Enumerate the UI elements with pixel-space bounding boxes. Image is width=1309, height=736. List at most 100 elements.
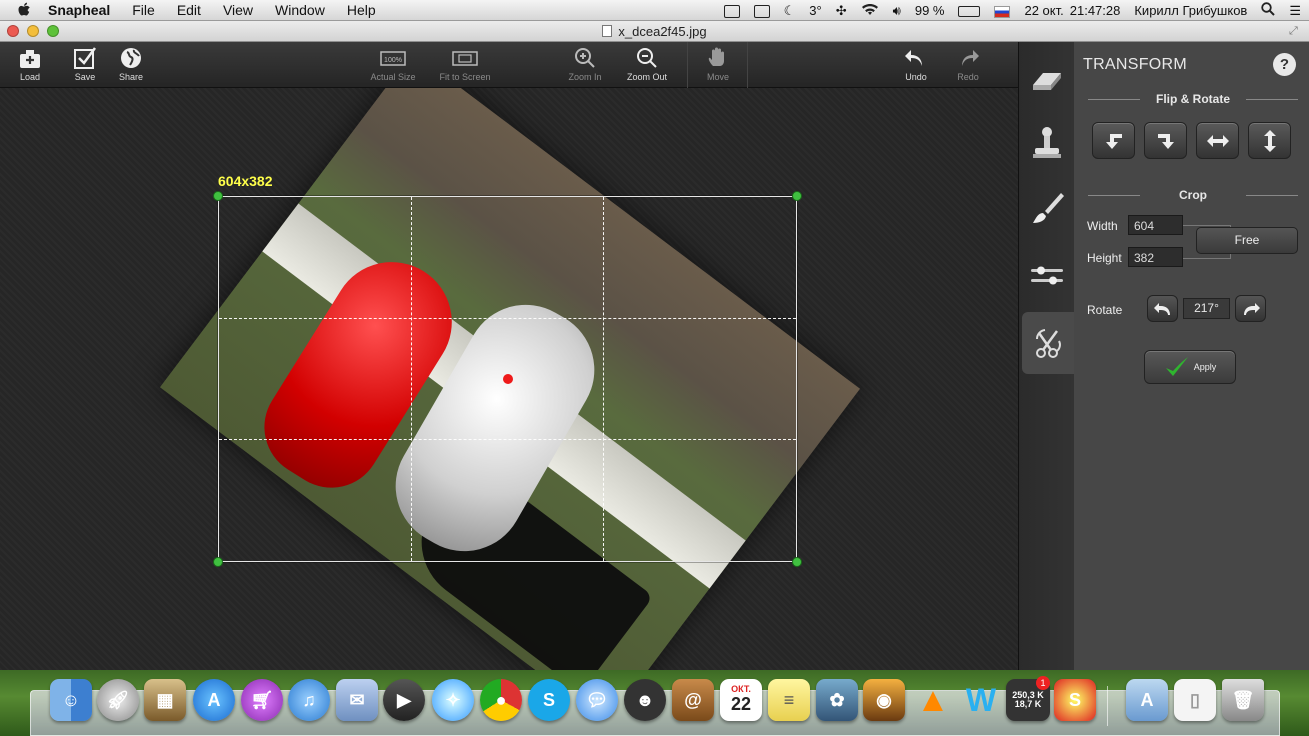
messages-icon[interactable]: 💬︎ [576,679,618,721]
move-label: Move [706,72,729,82]
mail-stamp-icon[interactable]: ✉ [336,679,378,721]
menubar-user[interactable]: Кирилл Грибушков [1134,3,1247,18]
zoom-out-icon [637,48,657,68]
actual-size-icon: 100% [380,51,406,66]
rotate-right-button[interactable] [1144,122,1187,159]
crop-dimension-label: 604x382 [218,173,273,189]
crop-grid-line [219,318,796,320]
menubar-date[interactable]: 22 окт. [1024,3,1063,18]
width-field[interactable]: 604 [1128,215,1183,235]
mission-control-icon[interactable]: ▦ [144,679,186,721]
facetime-icon[interactable]: ▶ [383,679,425,721]
notification-center-icon[interactable]: ☰ [1289,3,1301,19]
launchpad-icon[interactable]: 🚀︎ [97,679,139,721]
app-store-icon[interactable]: A [193,679,235,721]
crop-handle-bottom-right[interactable] [792,557,802,567]
move-button[interactable]: Move [691,46,745,82]
crop-handle-bottom-left[interactable] [213,557,223,567]
zoom-out-button[interactable]: Zoom Out [620,46,674,82]
zoom-in-label: Zoom In [568,72,602,82]
activity-monitor-icon[interactable] [753,3,770,19]
rotate-left-button[interactable] [1092,122,1135,159]
safari-icon[interactable]: ✧ [432,679,474,721]
moon-icon[interactable]: ☾ [784,3,796,19]
menu-file[interactable]: File [132,2,155,18]
calendar-icon[interactable]: ОКТ. 22 [720,679,762,721]
flip-vertical-button[interactable] [1248,122,1291,159]
image-canvas[interactable]: 604x382 [0,88,1018,670]
weather-temperature[interactable]: 3° [809,3,821,18]
chrome-icon[interactable]: ● [480,679,522,721]
rotate-label: Rotate [1087,303,1123,317]
apply-button[interactable]: Apply [1144,350,1236,384]
wifi-icon[interactable] [861,3,879,19]
vlc-icon[interactable]: ▲ [912,679,954,721]
menu-window[interactable]: Window [275,2,325,18]
crop-grid-line [219,439,796,441]
actual-size-button[interactable]: 100% Actual Size [366,46,420,82]
rotation-center-dot[interactable] [503,374,513,384]
contacts-icon[interactable]: @ [672,679,714,721]
menu-view[interactable]: View [223,2,253,18]
network-download-value: 18,7 K [1014,699,1042,709]
crop-handle-top-left[interactable] [213,191,223,201]
finder-icon[interactable]: ☺ [50,679,92,721]
load-button[interactable]: Load [3,46,57,82]
skype-icon[interactable]: S [528,679,570,721]
hand-icon [708,47,724,66]
fullscreen-icon[interactable]: ⤢ [1289,25,1301,37]
calendar-day: 22 [730,694,752,714]
russian-flag-icon[interactable] [994,3,1011,18]
notification-badge: 1 [1036,676,1050,690]
adjust-tool-button[interactable] [1019,244,1075,306]
applications-folder-icon[interactable]: A [1126,679,1168,721]
menu-app-name[interactable]: Snapheal [48,2,110,18]
rotation-angle-field[interactable]: 217° [1183,298,1230,319]
rotate-counterclockwise-button[interactable] [1147,295,1178,322]
actual-size-label: Actual Size [370,72,416,82]
notes-icon[interactable]: ≡ [768,679,810,721]
iphoto-icon[interactable]: ✿ [816,679,858,721]
brush-tool-button[interactable] [1019,178,1075,240]
crop-heading: Crop [1088,188,1298,202]
bluetooth-icon[interactable]: ✣ [836,3,847,19]
save-label: Save [74,72,96,82]
image-capture-icon[interactable]: ◉ [863,679,905,721]
menu-bar: Snapheal File Edit View Window Help ☾ 3°… [0,0,1309,21]
transform-tool-button[interactable] [1022,312,1075,374]
undo-icon [905,50,922,66]
snapheal-icon[interactable]: S [1054,679,1096,721]
aspect-ratio-button[interactable]: Free [1196,227,1298,254]
status-menu-icon[interactable] [723,3,740,19]
fit-to-screen-button[interactable]: Fit to Screen [434,46,496,82]
redo-button[interactable]: Redo [941,46,995,82]
battery-percentage[interactable]: 99 % [915,3,945,18]
stamp-tool-button[interactable] [1019,112,1075,174]
menu-edit[interactable]: Edit [177,2,201,18]
flip-horizontal-button[interactable] [1196,122,1239,159]
undo-label: Undo [905,72,927,82]
help-button[interactable]: ? [1273,53,1296,76]
menu-help[interactable]: Help [347,2,376,18]
volume-icon[interactable]: 🔊︎ [893,3,901,19]
undo-button[interactable]: Undo [889,46,943,82]
trash-icon[interactable]: 🗑︎ [1222,679,1264,721]
redo-icon [962,50,979,66]
apple-menu-icon[interactable] [18,2,34,18]
rotate-clockwise-button[interactable] [1235,295,1266,322]
spy-icon[interactable]: ☻ [624,679,666,721]
share-button[interactable]: Share [104,46,158,82]
word-icon[interactable]: W [960,679,1002,721]
menubar-time[interactable]: 21:47:28 [1070,3,1121,18]
eraser-tool-button[interactable] [1019,46,1075,108]
height-field[interactable]: 382 [1128,247,1183,267]
flip-horizontal-icon [1206,134,1229,147]
crop-handle-top-right[interactable] [792,191,802,201]
shopping-cart-icon[interactable]: 🛒︎ [241,679,283,721]
spotlight-search-icon[interactable] [1261,2,1276,19]
battery-icon[interactable] [958,3,981,18]
zoom-in-button[interactable]: Zoom In [558,46,612,82]
itunes-icon[interactable]: ♫ [288,679,330,721]
document-stack-icon[interactable]: ▯ [1174,679,1216,721]
toolbar: Load Save Share 100% Actual Size Fit to … [0,42,1018,88]
